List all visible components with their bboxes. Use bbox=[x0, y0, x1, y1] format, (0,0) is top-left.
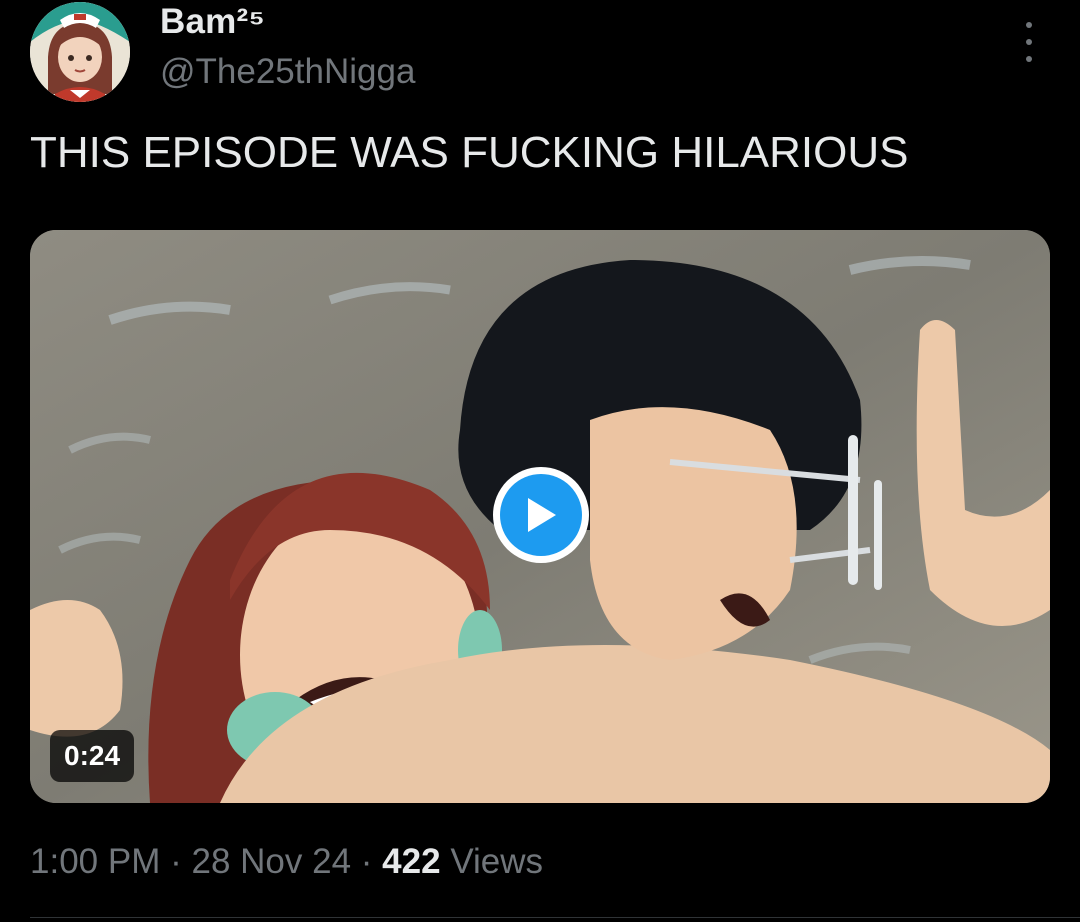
meta-separator: · bbox=[360, 842, 373, 881]
user-handle[interactable]: @The25thNigga bbox=[160, 52, 415, 92]
views-label: Views bbox=[450, 842, 544, 881]
tweet-time[interactable]: 1:00 PM bbox=[30, 842, 160, 881]
play-button[interactable] bbox=[493, 467, 589, 563]
display-name[interactable]: Bam²⁵ bbox=[160, 2, 265, 42]
divider bbox=[30, 917, 1080, 918]
play-icon bbox=[528, 498, 556, 532]
views-count: 422 bbox=[382, 842, 441, 881]
avatar-anime-girl-icon bbox=[30, 2, 130, 102]
tweet-date[interactable]: 28 Nov 24 bbox=[191, 842, 351, 881]
meta-separator: · bbox=[170, 842, 182, 881]
tweet-text: THIS EPISODE WAS FUCKING HILARIOUS bbox=[30, 128, 909, 177]
video-duration-badge: 0:24 bbox=[50, 730, 135, 782]
more-options-icon[interactable] bbox=[1016, 22, 1042, 62]
avatar[interactable] bbox=[30, 2, 130, 102]
tweet-meta: 1:00 PM · 28 Nov 24 · 422 Views bbox=[30, 842, 543, 882]
video-player[interactable]: 0:24 bbox=[30, 230, 1050, 803]
